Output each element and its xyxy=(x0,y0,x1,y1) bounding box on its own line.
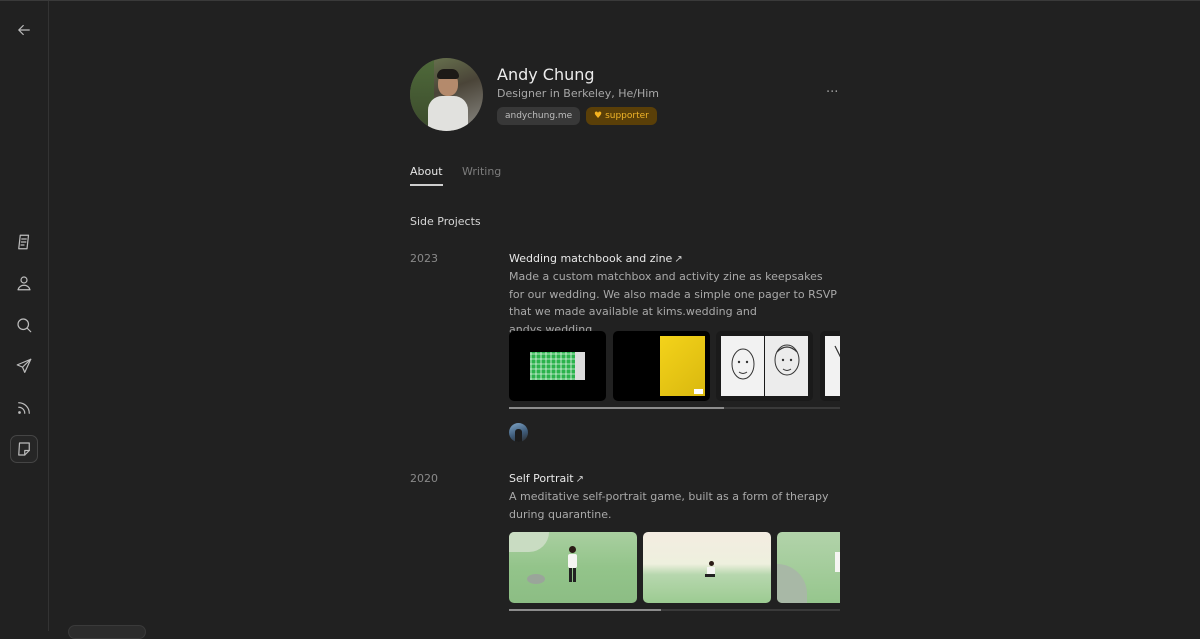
sidebar-item-notes[interactable] xyxy=(10,228,38,256)
tab-writing[interactable]: Writing xyxy=(462,165,501,178)
bottom-toolbar[interactable] xyxy=(68,625,146,639)
more-options-button[interactable]: ··· xyxy=(826,85,838,100)
gallery-image-zine[interactable] xyxy=(613,331,710,401)
gallery-scrollbar[interactable] xyxy=(509,407,840,409)
project-title-link[interactable]: Self Portrait ↗ xyxy=(509,472,584,485)
project-description: A meditative self-portrait game, built a… xyxy=(509,490,829,521)
external-link-icon: ↗ xyxy=(575,474,585,485)
sidebar-item-profile[interactable] xyxy=(10,269,38,297)
send-icon xyxy=(16,358,32,373)
sidebar-item-rss[interactable] xyxy=(10,394,38,422)
image-gallery[interactable] xyxy=(509,532,840,603)
profile-name: Andy Chung xyxy=(497,65,595,84)
gallery-scrollbar-thumb[interactable] xyxy=(509,407,725,409)
heart-icon: ♥ xyxy=(594,111,603,121)
project-title: Self Portrait xyxy=(509,472,574,485)
sidebar xyxy=(0,1,49,631)
sidebar-item-send[interactable] xyxy=(10,352,38,380)
external-link-icon: ↗ xyxy=(674,254,683,265)
gallery-image-portrait-2[interactable] xyxy=(643,532,771,603)
project-description: Made a custom matchbox and activity zine… xyxy=(509,270,837,336)
supporter-badge: ♥ supporter xyxy=(586,107,657,125)
gallery-scrollbar-thumb[interactable] xyxy=(509,609,662,611)
section-title: Side Projects xyxy=(410,215,481,228)
gallery-image-page[interactable] xyxy=(820,331,840,401)
app-window: Andy Chung Designer in Berkeley, He/Him … xyxy=(0,0,1200,639)
back-arrow-icon xyxy=(18,24,30,36)
project-year: 2023 xyxy=(410,252,438,265)
project-title-link[interactable]: Wedding matchbook and zine ↗ xyxy=(509,252,683,265)
active-tab-indicator xyxy=(410,184,443,186)
sticky-note-icon xyxy=(18,442,30,456)
sidebar-item-search[interactable] xyxy=(10,311,38,339)
tab-about[interactable]: About xyxy=(410,165,443,178)
profile-icon xyxy=(17,276,31,291)
gallery-image-matchbox[interactable] xyxy=(509,331,606,401)
project-title: Wedding matchbook and zine xyxy=(509,252,673,265)
collaborator-avatar[interactable] xyxy=(509,423,528,442)
sidebar-item-notes-active[interactable] xyxy=(10,435,38,463)
search-icon xyxy=(17,318,32,333)
notes-icon xyxy=(18,234,30,250)
back-button[interactable] xyxy=(10,16,38,44)
profile-bio: Designer in Berkeley, He/Him xyxy=(497,87,659,100)
rss-icon xyxy=(18,402,30,414)
supporter-label: supporter xyxy=(605,111,649,121)
image-gallery[interactable] xyxy=(509,331,840,401)
gallery-image-faces[interactable] xyxy=(716,331,813,401)
project-year: 2020 xyxy=(410,472,438,485)
website-link[interactable]: andychung.me xyxy=(497,107,581,125)
gallery-image-portrait-1[interactable] xyxy=(509,532,637,603)
gallery-scrollbar[interactable] xyxy=(509,609,840,611)
gallery-image-portrait-3[interactable] xyxy=(777,532,840,603)
profile-avatar xyxy=(410,58,483,131)
